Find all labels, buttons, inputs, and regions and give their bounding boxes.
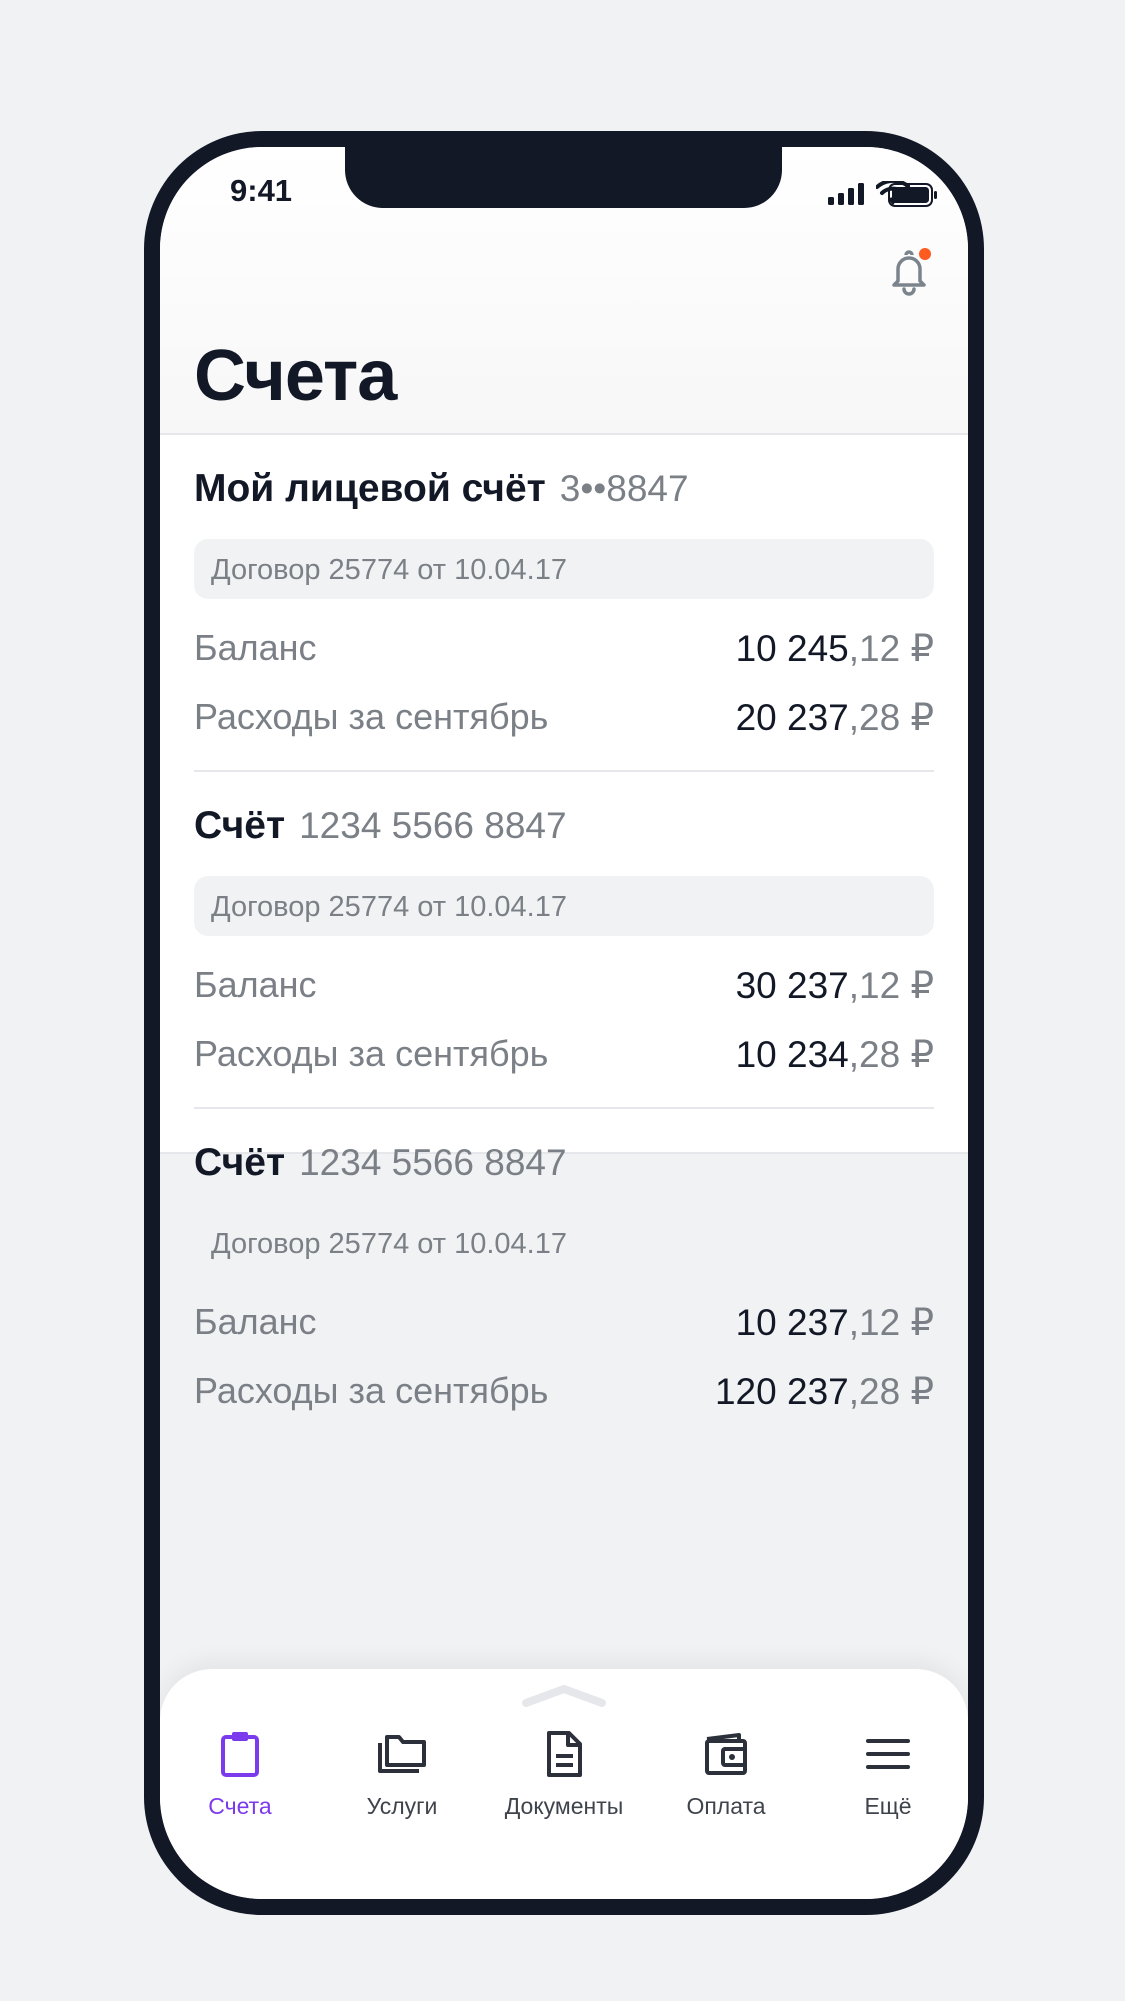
folders-icon [378,1735,426,1773]
tab-label: Счета [208,1793,272,1819]
expenses-row: Расходы за сентябрь 10 234,28 ₽ [194,1031,934,1081]
tab-accounts[interactable]: Счета [160,1729,321,1829]
account-name: Мой лицевой счёт [194,467,546,510]
balance-label: Баланс [194,1301,317,1342]
account-card[interactable]: Счёт 1234 5566 8847 Договор 25774 от 10.0… [194,1109,934,1469]
expenses-row: Расходы за сентябрь 120 237,28 ₽ [194,1368,934,1418]
account-name: Счёт [194,1141,286,1184]
tab-services[interactable]: Услуги [321,1729,483,1829]
status-time: 9:41 [230,173,293,208]
balance-label: Баланс [194,627,317,668]
expenses-row: Расходы за сентябрь 20 237,28 ₽ [194,694,934,744]
balance-row: Баланс 10 237,12 ₽ [194,1299,934,1349]
contract-badge: Договор 25774 от 10.04.17 [194,876,934,936]
expenses-label: Расходы за сентябрь [194,696,549,737]
account-name: Счёт [194,804,286,847]
accounts-list: Мой лицевой счёт 3••8847 Договор 25774 от… [160,435,968,1412]
expenses-amount: 120 237,28 ₽ [715,1370,934,1413]
contract-text: Договор 25774 от 10.04.17 [211,1228,567,1260]
balance-row: Баланс 30 237,12 ₽ [194,962,934,1012]
expenses-fraction: ,28 ₽ [848,1034,934,1075]
balance-amount: 10 245,12 ₽ [736,627,934,670]
bottom-tab-bar: Счета Услуги Документы Оплата Ещё [160,1669,968,1899]
battery-icon [888,183,937,207]
balance-label: Баланс [194,964,317,1005]
document-icon [547,1731,582,1777]
expenses-amount: 20 237,28 ₽ [736,696,934,739]
balance-fraction: ,12 ₽ [848,965,934,1006]
contract-text: Договор 25774 от 10.04.17 [211,891,567,923]
expenses-label: Расходы за сентябрь [194,1033,549,1074]
account-number: 1234 5566 8847 [299,805,567,846]
cellular-signal-icon [828,183,864,205]
expenses-integer: 120 237 [714,1371,849,1412]
balance-integer: 10 237 [735,1302,849,1343]
wallet-icon [705,1733,747,1775]
header: 9:41 Счета [160,147,968,435]
expenses-fraction: ,28 ₽ [848,1371,934,1412]
account-number: 1234 5566 8847 [299,1142,567,1183]
account-title: Счёт 1234 5566 8847 [194,804,567,848]
chevron-up-icon[interactable] [522,1683,606,1709]
tab-more[interactable]: Ещё [807,1729,968,1829]
contract-badge: Договор 25774 от 10.04.17 [194,539,934,599]
expenses-fraction: ,28 ₽ [848,697,934,738]
notification-bell-icon[interactable] [888,247,932,297]
account-title: Мой лицевой счёт 3••8847 [194,467,689,511]
tab-label: Ещё [864,1793,912,1819]
clipboard-icon [221,1732,259,1777]
phone-frame: 9:41 Счета Мой лицевой счёт 3••8847 Дого… [144,131,984,1915]
contract-badge: Договор 25774 от 10.04.17 [194,1213,934,1273]
screen: 9:41 Счета Мой лицевой счёт 3••8847 Дого… [160,147,968,1899]
balance-amount: 30 237,12 ₽ [736,964,934,1007]
balance-fraction: ,12 ₽ [848,628,934,669]
balance-integer: 10 245 [735,628,849,669]
expenses-integer: 20 237 [735,697,849,738]
account-card[interactable]: Счёт 1234 5566 8847 Договор 25774 от 10.0… [194,772,934,1109]
contract-text: Договор 25774 от 10.04.17 [211,554,567,586]
tab-label: Услуги [366,1793,438,1819]
expenses-integer: 10 234 [735,1034,849,1075]
menu-icon [866,1739,910,1769]
expenses-label: Расходы за сентябрь [194,1370,549,1411]
page-title: Счета [194,336,397,416]
notch [345,147,782,208]
account-number: 3••8847 [559,468,689,509]
account-title: Счёт 1234 5566 8847 [194,1141,567,1185]
balance-row: Баланс 10 245,12 ₽ [194,625,934,675]
tab-documents[interactable]: Документы [483,1729,645,1829]
balance-integer: 30 237 [735,965,849,1006]
balance-fraction: ,12 ₽ [848,1302,934,1343]
tab-label: Документы [504,1793,624,1819]
balance-amount: 10 237,12 ₽ [736,1301,934,1344]
expenses-amount: 10 234,28 ₽ [736,1033,934,1076]
tab-payment[interactable]: Оплата [645,1729,807,1829]
account-card[interactable]: Мой лицевой счёт 3••8847 Договор 25774 от… [194,435,934,772]
tab-label: Оплата [686,1793,766,1819]
